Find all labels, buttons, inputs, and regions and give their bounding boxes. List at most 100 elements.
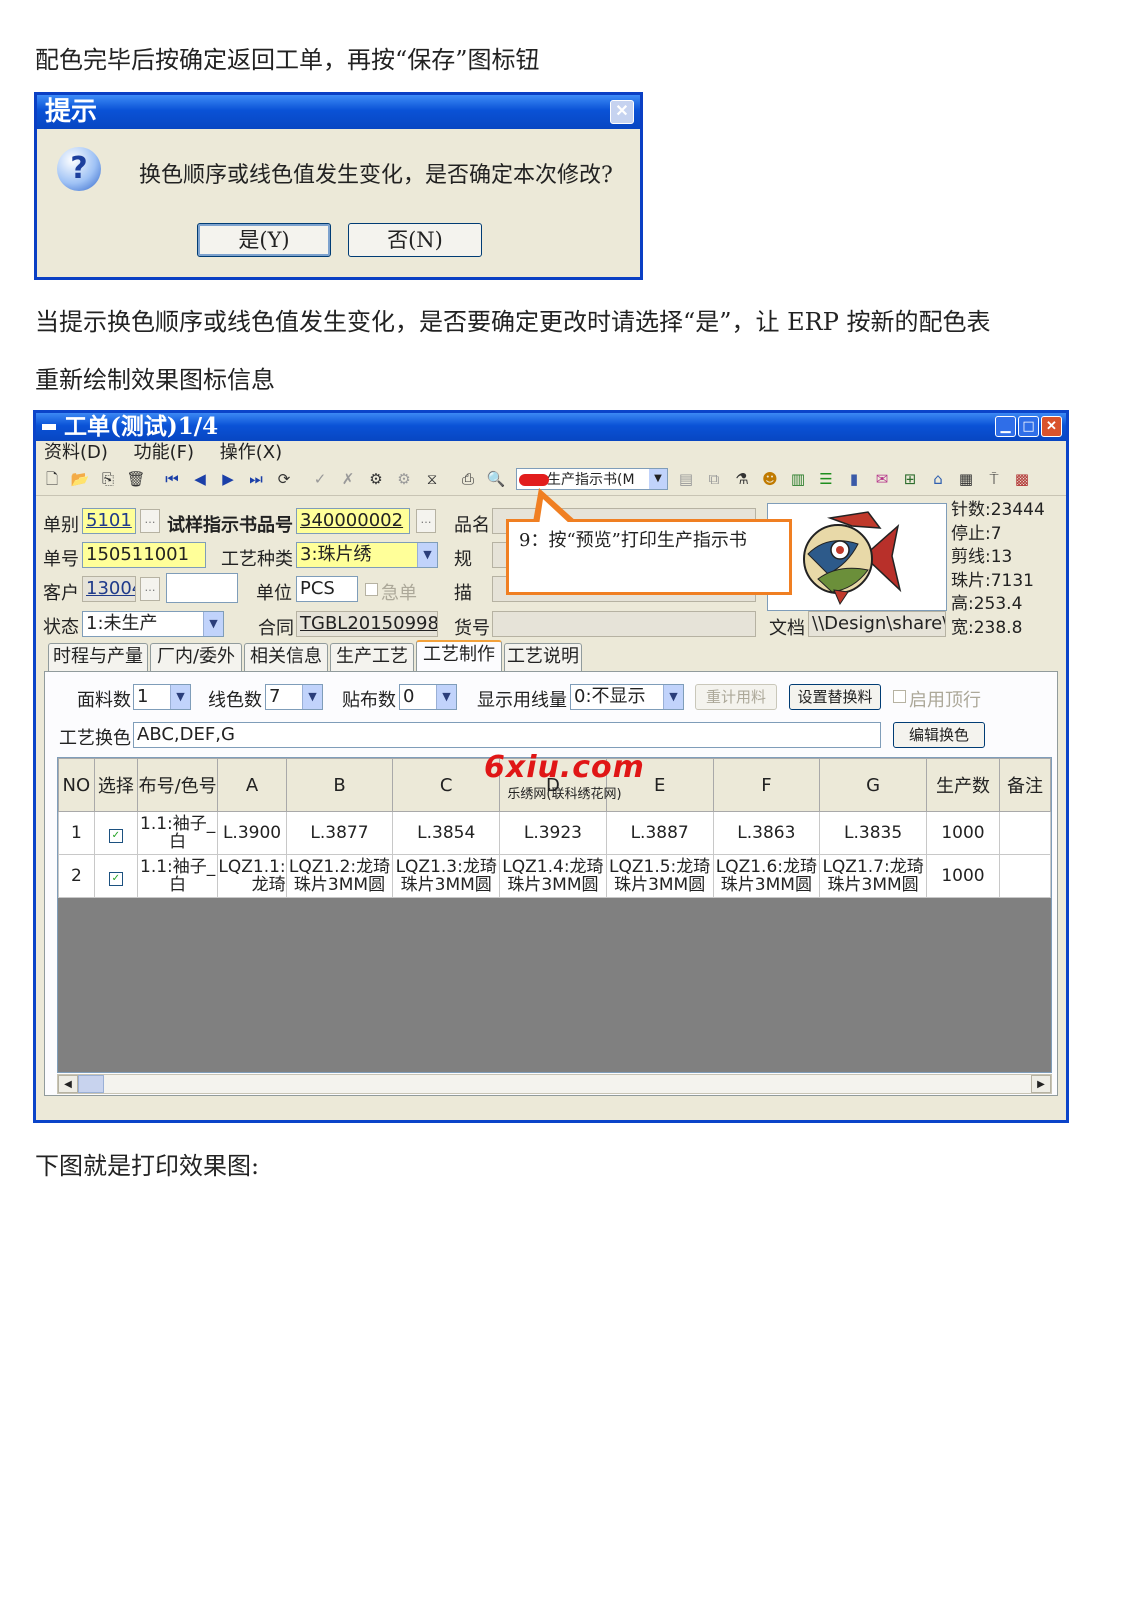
- scroll-thumb[interactable]: [78, 1075, 104, 1093]
- home-icon[interactable]: ⌂: [928, 469, 948, 489]
- chevron-down-icon[interactable]: ▼: [302, 685, 322, 709]
- delete-icon[interactable]: 🗑: [126, 469, 146, 489]
- duplicate-icon[interactable]: ⧉: [704, 469, 724, 489]
- col-header[interactable]: A: [217, 758, 287, 812]
- new-icon[interactable]: 🗋: [42, 469, 62, 489]
- chevron-down-icon[interactable]: ▼: [436, 685, 456, 709]
- color-cell[interactable]: LQZ1.6:龙琦珠片3MM圆: [712, 854, 821, 898]
- status-select[interactable]: 1:未生产 ▼: [82, 611, 224, 637]
- chevron-down-icon[interactable]: ▼: [203, 612, 223, 636]
- order-type-lookup-button[interactable]: …: [140, 509, 160, 533]
- tab-process-notes[interactable]: 工艺说明: [504, 643, 582, 671]
- window-menu-icon[interactable]: [42, 424, 56, 430]
- fabric-color-cell[interactable]: 1.1:袖子_白: [136, 811, 219, 855]
- fabric-count-select[interactable]: 1 ▼: [133, 684, 191, 710]
- maximize-icon[interactable]: □: [1018, 416, 1039, 437]
- color-cell[interactable]: L.3923: [499, 811, 607, 855]
- set-substitute-button[interactable]: 设置替换料: [789, 684, 881, 710]
- copy-icon[interactable]: ⎘: [98, 469, 118, 489]
- color-cell[interactable]: L.3835: [819, 811, 927, 855]
- preview-icon[interactable]: 🔍: [486, 469, 506, 489]
- chevron-down-icon[interactable]: ▼: [417, 543, 437, 567]
- urgent-checkbox[interactable]: [365, 583, 378, 596]
- minimize-icon[interactable]: ▁: [995, 416, 1016, 437]
- approve-icon[interactable]: ⚙: [366, 469, 386, 489]
- confirm-icon[interactable]: ✓: [310, 469, 330, 489]
- color-palette-icon[interactable]: ▩: [1012, 469, 1032, 489]
- row-select-checkbox[interactable]: ✓: [93, 811, 138, 855]
- recalculate-button[interactable]: 重计用料: [695, 684, 777, 710]
- lab-icon[interactable]: ⚗: [732, 469, 752, 489]
- notes-cell[interactable]: [998, 811, 1051, 855]
- color-cell[interactable]: L.3887: [605, 811, 714, 855]
- close-icon[interactable]: ✕: [1041, 416, 1062, 437]
- wifi-icon[interactable]: ☰: [816, 469, 836, 489]
- thread-count-select[interactable]: 7 ▼: [265, 684, 323, 710]
- no-button[interactable]: 否(N): [348, 223, 482, 257]
- grid-icon[interactable]: ▤: [676, 469, 696, 489]
- tab-schedule[interactable]: 时程与产量: [48, 643, 148, 671]
- window-icon[interactable]: ▦: [956, 469, 976, 489]
- color-cell[interactable]: L.3877: [285, 811, 394, 855]
- notes-cell[interactable]: [998, 854, 1051, 898]
- unit-field[interactable]: PCS: [296, 576, 358, 602]
- cancel-icon[interactable]: ✗: [338, 469, 358, 489]
- enable-top-row-checkbox[interactable]: [893, 690, 906, 703]
- col-header[interactable]: G: [819, 758, 927, 812]
- col-header[interactable]: F: [712, 758, 821, 812]
- fabric-color-cell[interactable]: 1.1:袖子_白: [136, 854, 219, 898]
- tree-icon[interactable]: ⊞: [900, 469, 920, 489]
- tab-process-making[interactable]: 工艺制作: [416, 640, 502, 672]
- edit-color-change-button[interactable]: 编辑换色: [893, 722, 985, 748]
- col-header[interactable]: 生产数: [925, 758, 1000, 812]
- color-cell[interactable]: L.3900: [217, 811, 287, 855]
- col-header[interactable]: 布号/色号: [136, 758, 219, 812]
- first-record-icon[interactable]: ⏮: [162, 469, 182, 489]
- horizontal-scrollbar[interactable]: ◀ ▶: [57, 1074, 1052, 1094]
- color-change-field[interactable]: ABC,DEF,G: [133, 722, 881, 748]
- open-icon[interactable]: 📂: [70, 469, 90, 489]
- color-cell[interactable]: LQZ1.7:龙琦珠片3MM圆: [819, 854, 927, 898]
- contract-field[interactable]: TGBL20150998: [296, 611, 438, 637]
- scroll-right-icon[interactable]: ▶: [1031, 1075, 1051, 1093]
- chevron-down-icon[interactable]: ▼: [649, 469, 667, 489]
- order-type-field[interactable]: 5101: [82, 508, 136, 534]
- last-record-icon[interactable]: ⏭: [246, 469, 266, 489]
- col-header[interactable]: B: [285, 758, 394, 812]
- chart-icon[interactable]: ▥: [788, 469, 808, 489]
- unapprove-icon[interactable]: ⚙: [394, 469, 414, 489]
- row-select-checkbox[interactable]: ✓: [93, 854, 138, 898]
- customer-name-field[interactable]: [166, 573, 238, 603]
- applique-count-select[interactable]: 0 ▼: [399, 684, 457, 710]
- tab-production-process[interactable]: 生产工艺: [330, 643, 414, 671]
- tab-outsourcing[interactable]: 厂内/委外: [150, 643, 242, 671]
- color-cell[interactable]: LQZ1.2:龙琦珠片3MM圆: [285, 854, 394, 898]
- sample-no-field[interactable]: 340000002: [296, 508, 410, 534]
- customer-field[interactable]: 13004: [82, 576, 136, 602]
- refresh-icon[interactable]: ⟳: [274, 469, 294, 489]
- prev-record-icon[interactable]: ◀: [190, 469, 210, 489]
- tab-related-info[interactable]: 相关信息: [244, 643, 328, 671]
- device-icon[interactable]: ▮: [844, 469, 864, 489]
- table-row[interactable]: 2 ✓ 1.1:袖子_白 LQZ1.1:龙琦 LQZ1.2:龙琦珠片3MM圆 L…: [58, 854, 1051, 898]
- user-icon[interactable]: ☻: [760, 469, 780, 489]
- next-record-icon[interactable]: ▶: [218, 469, 238, 489]
- report-select[interactable]: 生产指示书(M ▼: [516, 468, 668, 490]
- process-type-select[interactable]: 3:珠片绣 ▼: [296, 542, 438, 568]
- color-cell[interactable]: L.3854: [392, 811, 501, 855]
- table-row[interactable]: 1 ✓ 1.1:袖子_白 L.3900 L.3877 L.3854 L.3923…: [58, 811, 1051, 855]
- color-cell[interactable]: LQZ1.3:龙琦珠片3MM圆: [392, 854, 501, 898]
- sample-lookup-button[interactable]: …: [416, 509, 436, 533]
- color-cell[interactable]: L.3863: [712, 811, 821, 855]
- print-icon[interactable]: ⎙: [458, 469, 478, 489]
- pin-icon[interactable]: ⍑: [984, 469, 1004, 489]
- document-field[interactable]: \\Design\share\: [808, 611, 946, 637]
- quantity-cell[interactable]: 1000: [925, 811, 1000, 855]
- scroll-left-icon[interactable]: ◀: [58, 1075, 78, 1093]
- menu-function[interactable]: 功能(F): [134, 442, 194, 463]
- col-header[interactable]: NO: [58, 758, 95, 812]
- close-icon[interactable]: ✕: [610, 100, 634, 124]
- item-no-field[interactable]: [492, 611, 756, 637]
- col-header[interactable]: 选择: [93, 758, 138, 812]
- order-no-field[interactable]: 150511001: [82, 542, 206, 568]
